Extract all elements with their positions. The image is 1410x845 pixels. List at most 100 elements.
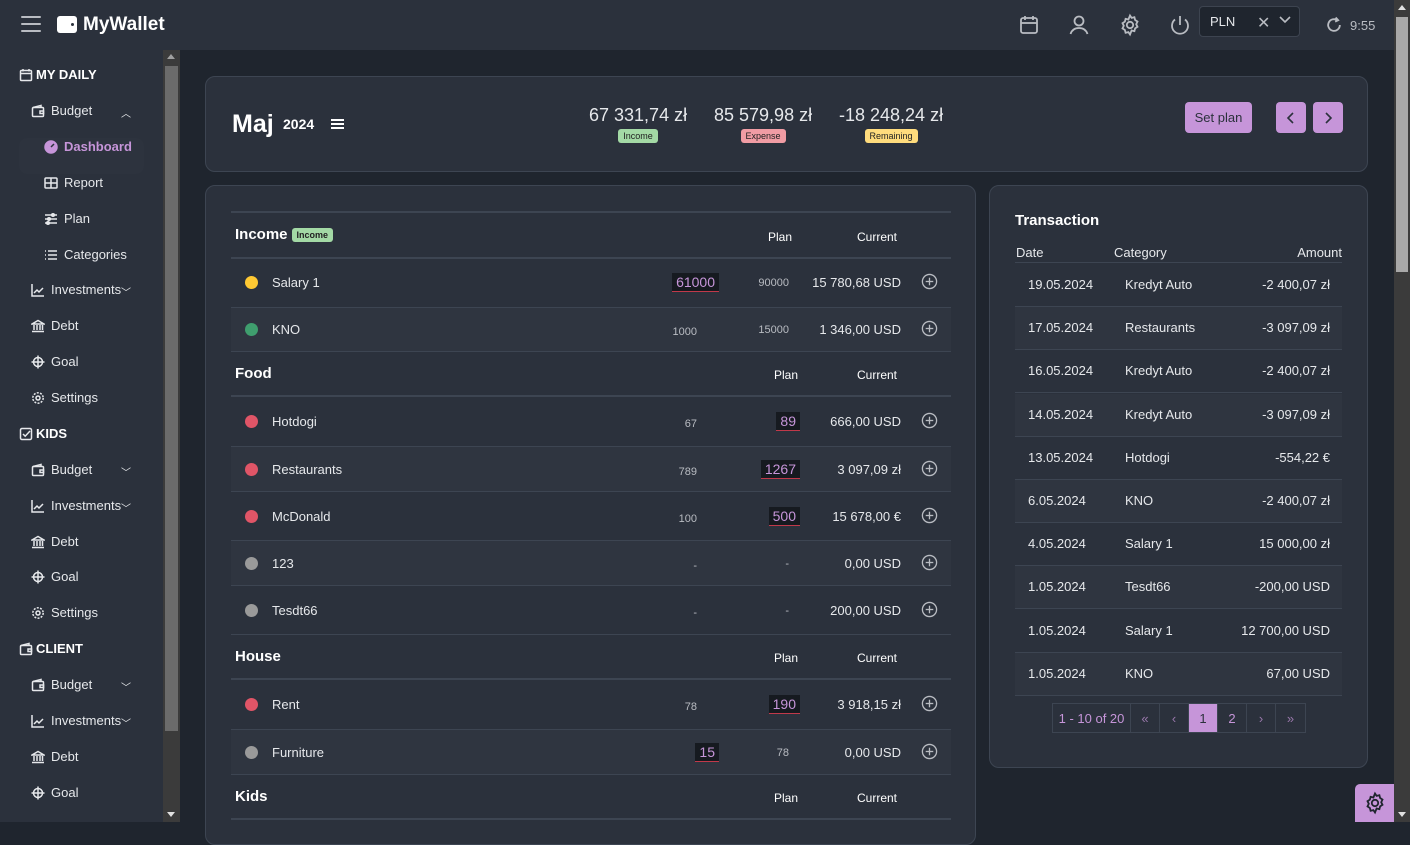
add-transaction-icon[interactable] — [921, 743, 938, 760]
transaction-row[interactable]: 17.05.2024 Restaurants -3 097,09 zł — [1015, 307, 1342, 351]
main-scrollbar[interactable] — [1394, 0, 1410, 822]
actual-input[interactable]: 15 — [695, 743, 719, 762]
date-header: Date — [1016, 245, 1044, 260]
transaction-row[interactable]: 6.05.2024 KNO -2 400,07 zł — [1015, 480, 1342, 523]
sidebar-item-report[interactable]: Report — [44, 175, 103, 190]
amount-header: Amount — [1297, 245, 1342, 260]
plan-input[interactable]: 500 — [768, 507, 800, 526]
wallet-icon — [19, 642, 33, 656]
prev-month-button[interactable] — [1276, 102, 1306, 133]
refresh-icon[interactable] — [1324, 15, 1344, 40]
actual-input[interactable]: 61000 — [672, 273, 719, 292]
transaction-amount: 12 700,00 USD — [1241, 622, 1330, 638]
sidebar-section-client[interactable]: CLIENT — [19, 641, 83, 656]
sidebar-item-kids-investments[interactable]: Investments — [31, 498, 121, 513]
actual-value: 67 — [684, 418, 697, 430]
chevron-down-icon[interactable]: ﹀ — [121, 715, 131, 730]
sidebar-section-kids[interactable]: KIDS — [19, 426, 67, 441]
plan-input[interactable]: 1267 — [760, 460, 800, 479]
chevron-down-icon[interactable] — [1278, 12, 1292, 29]
transaction-row[interactable]: 13.05.2024 Hotdogi -554,22 € — [1015, 437, 1342, 480]
sidebar-item-kids-settings[interactable]: Settings — [31, 605, 98, 620]
current-amount: 1 346,00 USD — [819, 322, 901, 337]
currency-value: PLN — [1210, 14, 1236, 29]
category-name: Restaurants — [272, 462, 343, 477]
add-transaction-icon[interactable] — [921, 320, 938, 337]
sidebar-item-dashboard[interactable]: Dashboard — [44, 139, 132, 154]
transaction-amount: -2 400,07 zł — [1262, 363, 1330, 379]
transaction-row[interactable]: 1.05.2024 Tesdt66 -200,00 USD — [1015, 566, 1342, 610]
actual-value: 100 — [678, 513, 697, 525]
transaction-amount: -554,22 € — [1275, 449, 1330, 465]
sidebar-item-budget[interactable]: Budget — [31, 103, 92, 118]
add-transaction-icon[interactable] — [921, 273, 938, 290]
transaction-date: 1.05.2024 — [1028, 665, 1086, 681]
add-transaction-icon[interactable] — [921, 412, 938, 429]
category-color-dot — [245, 746, 258, 759]
chart-line-icon — [31, 499, 45, 513]
power-icon[interactable] — [1168, 13, 1192, 37]
settings-fab-button[interactable] — [1355, 784, 1394, 822]
chevron-down-icon[interactable]: ﹀ — [121, 679, 131, 694]
page-1-button[interactable]: 1 — [1189, 704, 1218, 732]
clear-icon[interactable]: ✕ — [1257, 13, 1270, 33]
next-month-button[interactable] — [1313, 102, 1343, 133]
sidebar-item-plan[interactable]: Plan — [44, 211, 90, 226]
sidebar-section-my-daily[interactable]: MY DAILY — [19, 67, 97, 82]
add-transaction-icon[interactable] — [921, 460, 938, 477]
transaction-row[interactable]: 1.05.2024 KNO 67,00 USD — [1015, 652, 1342, 696]
next-page-button[interactable]: › — [1247, 704, 1276, 732]
calendar-icon[interactable] — [1017, 13, 1041, 37]
sidebar-item-kids-debt[interactable]: Debt — [29, 534, 78, 549]
chevron-down-icon[interactable]: ﹀ — [121, 284, 131, 299]
expense-stat: 85 579,98 zł Expense — [714, 105, 813, 143]
sidebar-item-client-budget[interactable]: Budget — [31, 677, 92, 692]
transaction-amount: -3 097,09 zł — [1262, 406, 1330, 422]
transaction-row[interactable]: 1.05.2024 Salary 1 12 700,00 USD — [1015, 610, 1342, 653]
set-plan-button[interactable]: Set plan — [1185, 102, 1252, 133]
sidebar-item-goal[interactable]: Goal — [31, 354, 78, 369]
sidebar-item-investments[interactable]: Investments — [31, 282, 121, 297]
sidebar-item-debt[interactable]: Debt — [29, 318, 78, 333]
plan-input[interactable]: 190 — [768, 695, 800, 714]
user-icon[interactable] — [1067, 13, 1091, 37]
gear-icon[interactable] — [1118, 13, 1142, 37]
prev-page-button[interactable]: ‹ — [1160, 704, 1189, 732]
transaction-row[interactable]: 16.05.2024 Kredyt Auto -2 400,07 zł — [1015, 350, 1342, 394]
add-transaction-icon[interactable] — [921, 554, 938, 571]
actual-value: - — [693, 560, 697, 572]
sidebar-item-kids-budget[interactable]: Budget — [31, 462, 92, 477]
page-2-button[interactable]: 2 — [1218, 704, 1247, 732]
currency-select[interactable]: PLN ✕ — [1199, 6, 1300, 37]
gear-icon — [1365, 791, 1384, 815]
current-amount: 0,00 USD — [844, 745, 901, 760]
month-menu-icon[interactable] — [331, 119, 344, 129]
current-column-header: Current — [857, 368, 898, 382]
sidebar-item-client-goal[interactable]: Goal — [31, 785, 78, 800]
sidebar-scrollbar[interactable] — [163, 50, 180, 822]
add-transaction-icon[interactable] — [921, 695, 938, 712]
sidebar-item-client-debt[interactable]: Debt — [29, 749, 78, 764]
menu-toggle-icon[interactable] — [21, 16, 41, 32]
transaction-row[interactable]: 14.05.2024 Kredyt Auto -3 097,09 zł — [1015, 393, 1342, 437]
transaction-row[interactable]: 4.05.2024 Salary 1 15 000,00 zł — [1015, 523, 1342, 567]
chevron-down-icon[interactable]: ﹀ — [121, 464, 131, 479]
sidebar-item-client-investments[interactable]: Investments — [31, 713, 121, 728]
transaction-category: KNO — [1125, 665, 1154, 681]
chevron-down-icon[interactable]: ﹀ — [121, 500, 131, 515]
plan-value: 90000 — [758, 277, 789, 289]
sidebar-item-settings[interactable]: Settings — [31, 390, 98, 405]
chevron-left-icon — [1286, 111, 1294, 124]
category-color-dot — [245, 276, 258, 289]
chevron-up-icon[interactable]: ︿ — [121, 105, 131, 120]
section-header-kids: Kids Plan Current — [231, 775, 951, 820]
category-color-dot — [245, 557, 258, 570]
first-page-button[interactable]: « — [1131, 704, 1160, 732]
transaction-row[interactable]: 19.05.2024 Kredyt Auto -2 400,07 zł — [1015, 264, 1342, 307]
sidebar-item-categories[interactable]: Categories — [44, 247, 127, 262]
add-transaction-icon[interactable] — [921, 507, 938, 524]
sidebar-item-kids-goal[interactable]: Goal — [31, 569, 78, 584]
add-transaction-icon[interactable] — [921, 601, 938, 618]
last-page-button[interactable]: » — [1276, 704, 1305, 732]
plan-input[interactable]: 89 — [776, 412, 800, 431]
